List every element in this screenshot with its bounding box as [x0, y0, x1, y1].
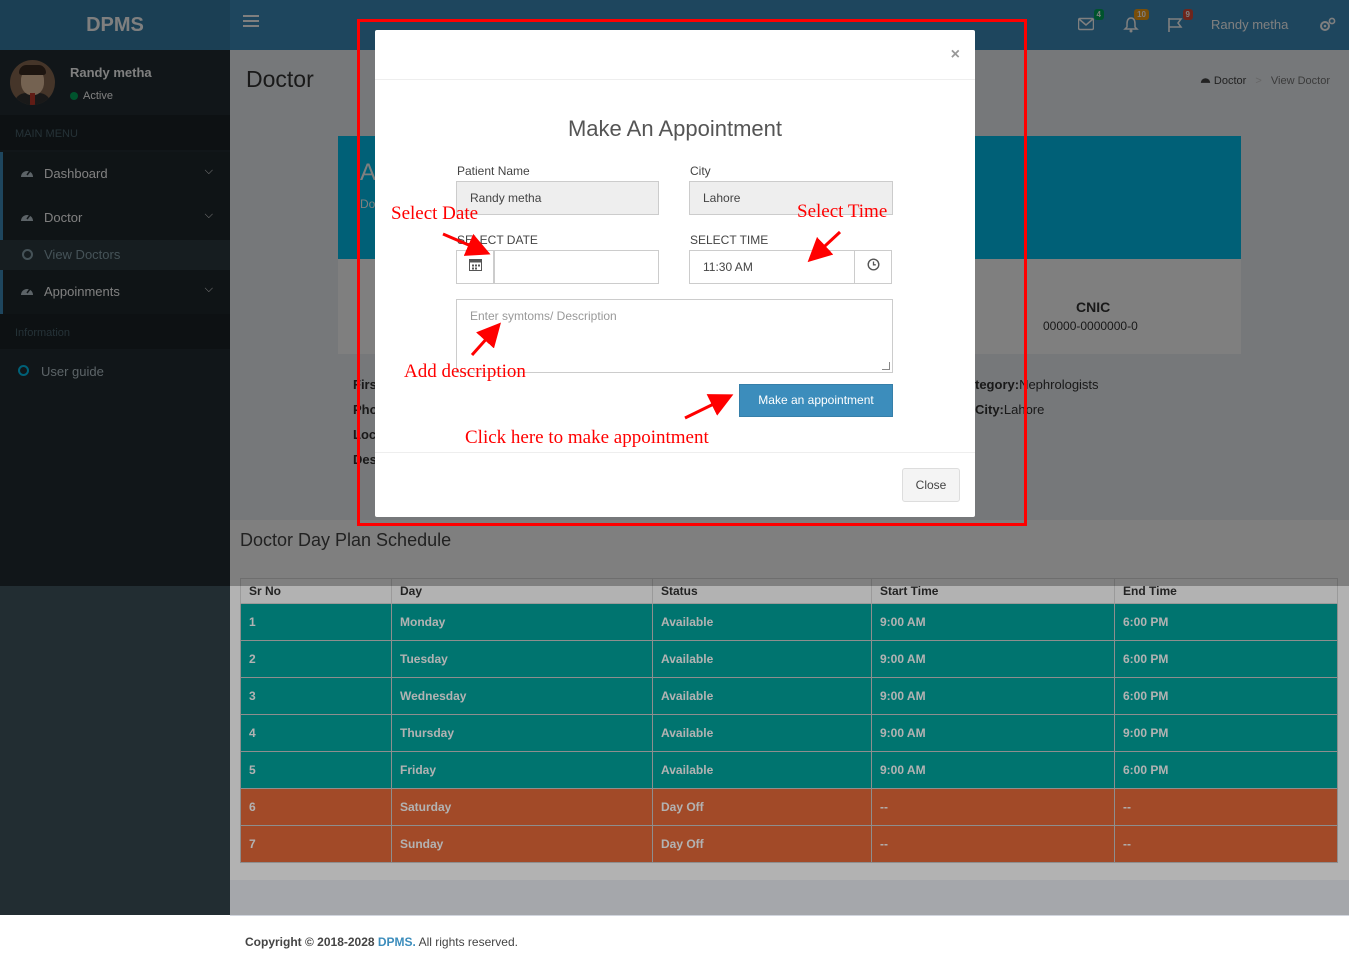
annotation-make-appointment: Click here to make appointment [465, 427, 709, 448]
annotation-frame [357, 19, 1027, 526]
annotation-select-time: Select Time [797, 201, 888, 222]
annotation-select-date: Select Date [391, 203, 479, 224]
footer-brand-link[interactable]: DPMS. [378, 935, 416, 949]
copyright-text: Copyright © 2018-2028 DPMS. All rights r… [245, 935, 518, 949]
footer: Copyright © 2018-2028 DPMS. All rights r… [230, 915, 1349, 966]
annotation-add-description: Add description [404, 361, 526, 382]
modal-backdrop-lower[interactable] [230, 586, 1349, 915]
